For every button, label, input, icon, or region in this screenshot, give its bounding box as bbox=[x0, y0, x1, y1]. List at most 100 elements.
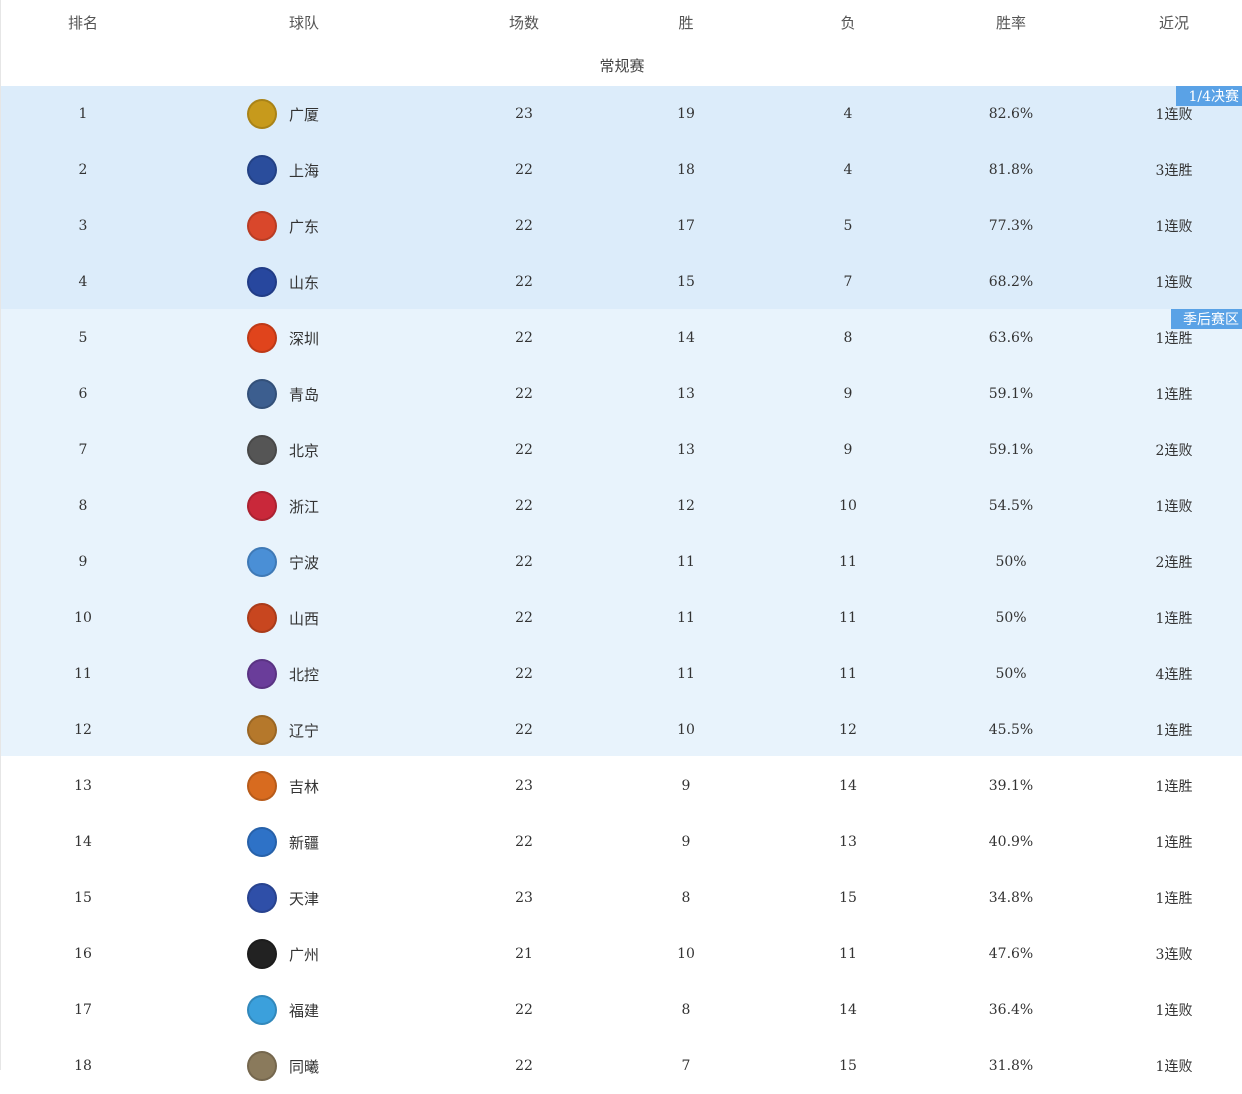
team-cell[interactable]: 宁波 bbox=[241, 534, 381, 590]
team-cell[interactable]: 新疆 bbox=[241, 814, 381, 870]
table-row[interactable]: 1 广厦 23 19 4 82.6% 1连败 bbox=[1, 86, 1242, 142]
team-cell[interactable]: 吉林 bbox=[241, 758, 381, 814]
team-name[interactable]: 广厦 bbox=[289, 104, 319, 125]
pct-cell: 31.8% bbox=[988, 1058, 1034, 1074]
wins-cell: 11 bbox=[677, 554, 695, 570]
team-cell[interactable]: 上海 bbox=[241, 142, 381, 198]
team-cell[interactable]: 辽宁 bbox=[241, 702, 381, 758]
header-losses: 负 bbox=[840, 13, 856, 32]
table-row[interactable]: 13 吉林 23 9 14 39.1% 1连胜 bbox=[1, 758, 1242, 814]
team-name[interactable]: 天津 bbox=[289, 888, 319, 909]
team-cell[interactable]: 山西 bbox=[241, 590, 381, 646]
wins-cell: 18 bbox=[677, 162, 695, 178]
recent-cell: 4连胜 bbox=[1155, 667, 1193, 683]
table-row[interactable]: 14 新疆 22 9 13 40.9% 1连胜 bbox=[1, 814, 1242, 870]
recent-cell: 1连败 bbox=[1155, 499, 1193, 515]
games-cell: 22 bbox=[515, 218, 533, 234]
table-row[interactable]: 15 天津 23 8 15 34.8% 1连胜 bbox=[1, 870, 1242, 926]
team-cell[interactable]: 北控 bbox=[241, 646, 381, 702]
team-logo-icon bbox=[247, 547, 277, 577]
recent-cell: 1连胜 bbox=[1155, 891, 1193, 907]
table-row[interactable]: 4 山东 22 15 7 68.2% 1连败 bbox=[1, 254, 1242, 310]
wins-cell: 19 bbox=[677, 106, 695, 122]
rank-cell: 1 bbox=[78, 106, 88, 122]
team-name[interactable]: 新疆 bbox=[289, 832, 319, 853]
team-name[interactable]: 山西 bbox=[289, 608, 319, 629]
team-cell[interactable]: 青岛 bbox=[241, 366, 381, 422]
table-row[interactable]: 17 福建 22 8 14 36.4% 1连败 bbox=[1, 982, 1242, 1038]
recent-cell: 1连败 bbox=[1155, 107, 1193, 123]
team-name[interactable]: 深圳 bbox=[289, 328, 319, 349]
rank-cell: 18 bbox=[74, 1058, 92, 1074]
pct-cell: 63.6% bbox=[988, 330, 1034, 346]
rank-cell: 15 bbox=[74, 890, 92, 906]
team-cell[interactable]: 山东 bbox=[241, 254, 381, 310]
pct-cell: 40.9% bbox=[988, 834, 1034, 850]
rank-cell: 11 bbox=[74, 666, 92, 682]
team-cell[interactable]: 同曦 bbox=[241, 1038, 381, 1094]
team-name[interactable]: 同曦 bbox=[289, 1056, 319, 1077]
table-row[interactable]: 9 宁波 22 11 11 50% 2连胜 bbox=[1, 534, 1242, 590]
team-cell[interactable]: 福建 bbox=[241, 982, 381, 1038]
games-cell: 22 bbox=[515, 442, 533, 458]
table-row[interactable]: 6 青岛 22 13 9 59.1% 1连胜 bbox=[1, 366, 1242, 422]
team-name[interactable]: 北京 bbox=[289, 440, 319, 461]
losses-cell: 9 bbox=[843, 442, 853, 458]
table-row[interactable]: 7 北京 22 13 9 59.1% 2连败 bbox=[1, 422, 1242, 478]
recent-cell: 2连败 bbox=[1155, 443, 1193, 459]
team-name[interactable]: 吉林 bbox=[289, 776, 319, 797]
team-logo-icon bbox=[247, 267, 277, 297]
team-cell[interactable]: 广厦 bbox=[241, 86, 381, 142]
table-row[interactable]: 2 上海 22 18 4 81.8% 3连胜 bbox=[1, 142, 1242, 198]
rank-cell: 12 bbox=[74, 722, 92, 738]
pct-cell: 50% bbox=[995, 610, 1027, 626]
games-cell: 23 bbox=[515, 778, 533, 794]
team-cell[interactable]: 深圳 bbox=[241, 310, 381, 366]
table-row[interactable]: 8 浙江 22 12 10 54.5% 1连败 bbox=[1, 478, 1242, 534]
recent-cell: 1连胜 bbox=[1155, 835, 1193, 851]
pct-cell: 82.6% bbox=[988, 106, 1034, 122]
table-row[interactable]: 10 山西 22 11 11 50% 1连胜 bbox=[1, 590, 1242, 646]
table-row[interactable]: 18 同曦 22 7 15 31.8% 1连败 bbox=[1, 1038, 1242, 1094]
wins-cell: 14 bbox=[677, 330, 695, 346]
table-row[interactable]: 11 北控 22 11 11 50% 4连胜 bbox=[1, 646, 1242, 702]
losses-cell: 15 bbox=[839, 890, 857, 906]
rank-cell: 2 bbox=[78, 162, 88, 178]
recent-cell: 1连胜 bbox=[1155, 723, 1193, 739]
table-row[interactable]: 16 广州 21 10 11 47.6% 3连败 bbox=[1, 926, 1242, 982]
losses-cell: 4 bbox=[843, 162, 853, 178]
team-cell[interactable]: 天津 bbox=[241, 870, 381, 926]
losses-cell: 14 bbox=[839, 778, 857, 794]
team-cell[interactable]: 广东 bbox=[241, 198, 381, 254]
team-name[interactable]: 广东 bbox=[289, 216, 319, 237]
team-name[interactable]: 宁波 bbox=[289, 552, 319, 573]
team-name[interactable]: 上海 bbox=[289, 160, 319, 181]
team-cell[interactable]: 浙江 bbox=[241, 478, 381, 534]
rank-cell: 17 bbox=[74, 1002, 92, 1018]
pct-cell: 77.3% bbox=[988, 218, 1034, 234]
team-name[interactable]: 辽宁 bbox=[289, 720, 319, 741]
team-cell[interactable]: 广州 bbox=[241, 926, 381, 982]
header-wins: 胜 bbox=[678, 13, 694, 32]
rank-cell: 16 bbox=[74, 946, 92, 962]
team-name[interactable]: 福建 bbox=[289, 1000, 319, 1021]
recent-cell: 1连胜 bbox=[1155, 611, 1193, 627]
losses-cell: 13 bbox=[839, 834, 857, 850]
header-team: 球队 bbox=[288, 13, 319, 32]
table-row[interactable]: 12 辽宁 22 10 12 45.5% 1连胜 bbox=[1, 702, 1242, 758]
season-label: 常规赛 bbox=[599, 56, 645, 75]
team-cell[interactable]: 北京 bbox=[241, 422, 381, 478]
team-name[interactable]: 北控 bbox=[289, 664, 319, 685]
team-name[interactable]: 山东 bbox=[289, 272, 319, 293]
team-name[interactable]: 广州 bbox=[289, 944, 319, 965]
losses-cell: 4 bbox=[843, 106, 853, 122]
table-row[interactable]: 3 广东 22 17 5 77.3% 1连败 bbox=[1, 198, 1242, 254]
team-name[interactable]: 浙江 bbox=[289, 496, 319, 517]
wins-cell: 10 bbox=[677, 946, 695, 962]
team-logo-icon bbox=[247, 379, 277, 409]
team-logo-icon bbox=[247, 995, 277, 1025]
team-name[interactable]: 青岛 bbox=[289, 384, 319, 405]
team-logo-icon bbox=[247, 99, 277, 129]
rank-cell: 5 bbox=[78, 330, 88, 346]
table-row[interactable]: 5 深圳 22 14 8 63.6% 1连胜 bbox=[1, 310, 1242, 366]
